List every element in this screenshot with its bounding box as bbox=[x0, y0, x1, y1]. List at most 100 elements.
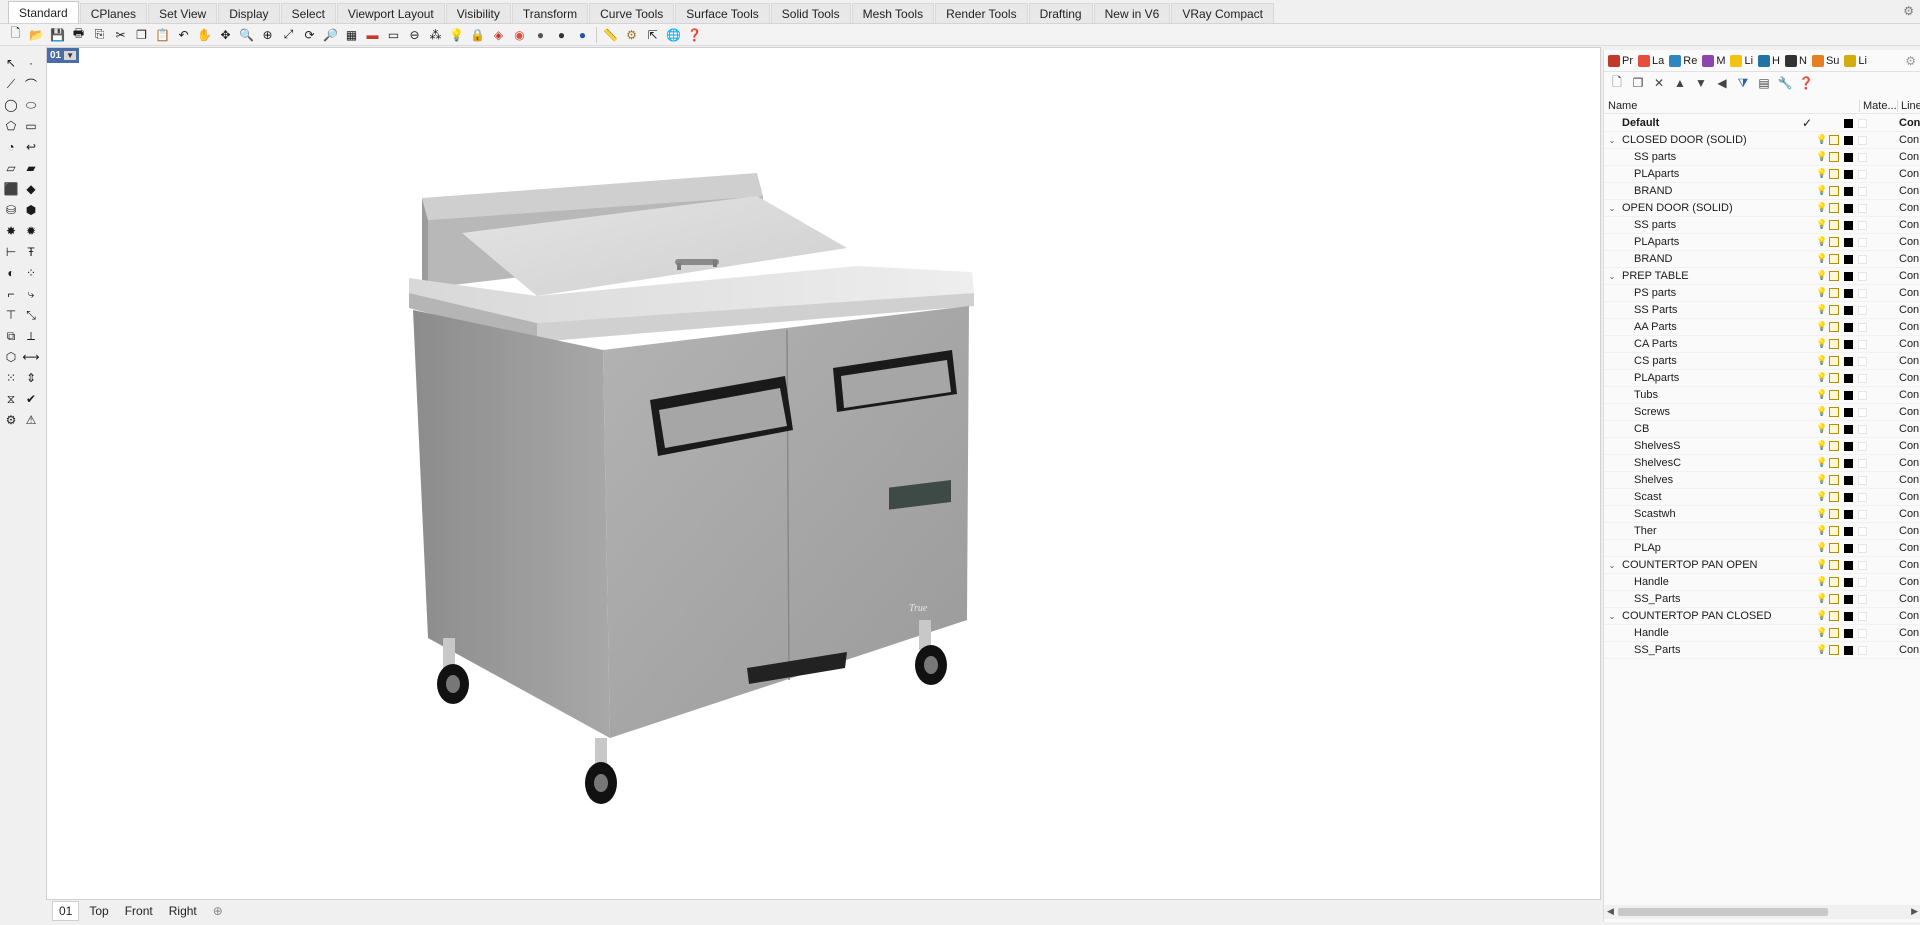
layer-linetype[interactable]: Con bbox=[1899, 270, 1919, 282]
unlock-icon[interactable] bbox=[1829, 594, 1839, 604]
layer-color-swatch[interactable] bbox=[1844, 527, 1853, 536]
layer-row[interactable]: Scastwh 💡 Con bbox=[1604, 506, 1920, 523]
layer-color-swatch[interactable] bbox=[1844, 153, 1853, 162]
layer-material-swatch[interactable] bbox=[1858, 578, 1867, 587]
layer-row[interactable]: Screws 💡 Con bbox=[1604, 404, 1920, 421]
rotate-view-icon[interactable]: ⟳ bbox=[300, 26, 319, 44]
unlock-icon[interactable] bbox=[1829, 322, 1839, 332]
layer-name[interactable]: Shelves bbox=[1634, 474, 1673, 486]
layer-color-swatch[interactable] bbox=[1844, 170, 1853, 179]
viewport-tab-top[interactable]: Top bbox=[83, 902, 114, 920]
layer-name[interactable]: SS_Parts bbox=[1634, 593, 1680, 605]
layer-name[interactable]: COUNTERTOP PAN CLOSED bbox=[1622, 610, 1772, 622]
layer-row[interactable]: ⌄ PREP TABLE 💡 Con bbox=[1604, 268, 1920, 285]
layer-name[interactable]: Default bbox=[1622, 117, 1659, 129]
color-wheel-icon[interactable]: ◉ bbox=[510, 26, 529, 44]
layer-linetype[interactable]: Con bbox=[1899, 236, 1919, 248]
layer-name[interactable]: ShelvesC bbox=[1634, 457, 1681, 469]
new-file-icon[interactable]: 🗋 bbox=[6, 26, 25, 44]
layer-linetype[interactable]: Con bbox=[1899, 542, 1919, 554]
expand-chevron-icon[interactable]: ⌄ bbox=[1606, 204, 1618, 213]
layer-linetype[interactable]: Con bbox=[1899, 559, 1919, 571]
layer-row[interactable]: SS_Parts 💡 Con bbox=[1604, 642, 1920, 659]
tab-drafting[interactable]: Drafting bbox=[1028, 3, 1093, 23]
layer-color-swatch[interactable] bbox=[1844, 459, 1853, 468]
layer-tools-icon[interactable]: ▤ bbox=[1757, 76, 1771, 90]
layer-linetype[interactable]: Con bbox=[1899, 525, 1919, 537]
tab-mesh-tools[interactable]: Mesh Tools bbox=[851, 3, 935, 23]
layer-material-swatch[interactable] bbox=[1858, 544, 1867, 553]
options-gear-icon[interactable]: ⚙ bbox=[622, 26, 641, 44]
layer-color-swatch[interactable] bbox=[1844, 510, 1853, 519]
layer-material-swatch[interactable] bbox=[1858, 238, 1867, 247]
unlock-icon[interactable] bbox=[1829, 509, 1839, 519]
layer-material-swatch[interactable] bbox=[1858, 595, 1867, 604]
layer-color-swatch[interactable] bbox=[1844, 629, 1853, 638]
layer-row[interactable]: ⌄ COUNTERTOP PAN OPEN 💡 Con bbox=[1604, 557, 1920, 574]
layer-name[interactable]: PREP TABLE bbox=[1622, 270, 1689, 282]
layer-color-swatch[interactable] bbox=[1844, 612, 1853, 621]
layer-color-swatch[interactable] bbox=[1844, 119, 1853, 128]
panel-tab-5[interactable]: H bbox=[1758, 54, 1780, 67]
panel-tab-0[interactable]: Pr bbox=[1608, 54, 1633, 67]
layer-linetype[interactable]: Con bbox=[1899, 304, 1919, 316]
layer-material-swatch[interactable] bbox=[1858, 187, 1867, 196]
layer-material-swatch[interactable] bbox=[1858, 136, 1867, 145]
lock-icon[interactable]: 🔒 bbox=[468, 26, 487, 44]
visibility-bulb-icon[interactable]: 💡 bbox=[1816, 644, 1827, 655]
layer-name[interactable]: CB bbox=[1634, 423, 1649, 435]
visibility-bulb-icon[interactable]: 💡 bbox=[1816, 576, 1827, 587]
grid-points-icon[interactable]: ⁙ bbox=[2, 369, 20, 387]
layer-row[interactable]: Handle 💡 Con bbox=[1604, 574, 1920, 591]
layer-material-swatch[interactable] bbox=[1858, 476, 1867, 485]
panel-tab-6[interactable]: N bbox=[1785, 54, 1807, 67]
tab-transform[interactable]: Transform bbox=[511, 3, 589, 23]
filter-icon[interactable]: ⧩ bbox=[1736, 76, 1750, 90]
box-icon[interactable]: ⬛ bbox=[2, 180, 20, 198]
layer-row[interactable]: Scast 💡 Con bbox=[1604, 489, 1920, 506]
layer-linetype[interactable]: Con bbox=[1899, 219, 1919, 231]
rectangle-icon[interactable]: ▭ bbox=[22, 117, 40, 135]
unlock-icon[interactable] bbox=[1829, 441, 1839, 451]
visibility-bulb-icon[interactable]: 💡 bbox=[1816, 168, 1827, 179]
visibility-bulb-icon[interactable]: 💡 bbox=[1816, 474, 1827, 485]
layer-material-swatch[interactable] bbox=[1858, 442, 1867, 451]
unlock-icon[interactable] bbox=[1829, 339, 1839, 349]
layer-linetype[interactable]: Con bbox=[1899, 287, 1919, 299]
fillet-curve-icon[interactable]: ↩ bbox=[22, 138, 40, 156]
visibility-bulb-icon[interactable]: 💡 bbox=[1816, 287, 1827, 298]
layer-color-swatch[interactable] bbox=[1844, 323, 1853, 332]
layer-material-swatch[interactable] bbox=[1858, 255, 1867, 264]
ellipse-icon[interactable]: ⬭ bbox=[22, 96, 40, 114]
tab-surface-tools[interactable]: Surface Tools bbox=[675, 3, 770, 23]
layer-row[interactable]: ⌄ COUNTERTOP PAN CLOSED 💡 Con bbox=[1604, 608, 1920, 625]
visibility-bulb-icon[interactable]: 💡 bbox=[1816, 151, 1827, 162]
layer-material-swatch[interactable] bbox=[1858, 204, 1867, 213]
polygon-icon[interactable]: ⬠ bbox=[2, 117, 20, 135]
zoom-icon[interactable]: 🔍 bbox=[237, 26, 256, 44]
layer-linetype[interactable]: Con bbox=[1899, 134, 1919, 146]
layer-linetype[interactable]: Con bbox=[1899, 610, 1919, 622]
open-file-icon[interactable]: 📂 bbox=[27, 26, 46, 44]
light-icon[interactable]: 💡 bbox=[447, 26, 466, 44]
layer-material-swatch[interactable] bbox=[1858, 119, 1867, 128]
layer-color-swatch[interactable] bbox=[1844, 136, 1853, 145]
visibility-bulb-icon[interactable]: 💡 bbox=[1816, 202, 1827, 213]
prep-table-model[interactable]: True bbox=[47, 48, 1602, 901]
boolean-icon[interactable]: ◐ bbox=[2, 264, 20, 282]
unlock-icon[interactable] bbox=[1829, 152, 1839, 162]
new-sublayer-icon[interactable]: ❐ bbox=[1631, 76, 1645, 90]
panel-tab-2[interactable]: Re bbox=[1669, 54, 1697, 67]
layer-material-swatch[interactable] bbox=[1858, 510, 1867, 519]
layer-row[interactable]: ShelvesC 💡 Con bbox=[1604, 455, 1920, 472]
expand-chevron-icon[interactable]: ⌄ bbox=[1606, 136, 1618, 145]
tab-standard[interactable]: Standard bbox=[8, 1, 79, 23]
layer-linetype[interactable]: Con bbox=[1899, 117, 1920, 129]
visibility-bulb-icon[interactable]: 💡 bbox=[1816, 559, 1827, 570]
layer-material-swatch[interactable] bbox=[1858, 408, 1867, 417]
scroll-left-icon[interactable]: ◀ bbox=[1607, 906, 1614, 917]
layer-material-swatch[interactable] bbox=[1858, 629, 1867, 638]
tab-display[interactable]: Display bbox=[218, 3, 280, 23]
layer-name[interactable]: PLAparts bbox=[1634, 236, 1679, 248]
layer-row[interactable]: ⌄ CLOSED DOOR (SOLID) 💡 Con bbox=[1604, 132, 1920, 149]
